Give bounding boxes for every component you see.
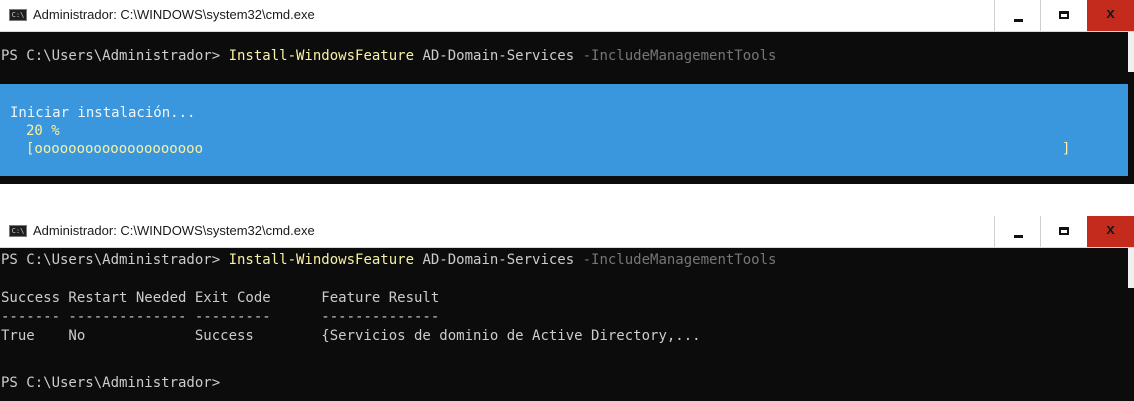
argument-text: AD-Domain-Services [414, 48, 583, 64]
close-button[interactable]: x [1087, 0, 1134, 31]
cmdlet-text: Install-WindowsFeature [228, 48, 415, 64]
maximize-icon [1059, 11, 1069, 19]
final-prompt[interactable]: PS C:\Users\Administrador> [1, 374, 220, 393]
window-title: Administrador: C:\WINDOWS\system32\cmd.e… [33, 7, 315, 22]
command-line: PS C:\Users\Administrador> Install-Windo… [1, 47, 776, 66]
minimize-icon [1014, 19, 1023, 22]
window-title: Administrador: C:\WINDOWS\system32\cmd.e… [33, 223, 315, 238]
maximize-button[interactable] [1040, 216, 1086, 247]
minimize-button[interactable] [994, 216, 1040, 247]
title-bar[interactable]: C:\ Administrador: C:\WINDOWS\system32\c… [0, 216, 1134, 248]
argument-text: AD-Domain-Services [414, 252, 583, 268]
cmd-icon: C:\ [9, 225, 27, 237]
bottom-console-window: C:\ Administrador: C:\WINDOWS\system32\c… [0, 216, 1134, 401]
cmd-icon: C:\ [9, 9, 27, 21]
vertical-scrollbar[interactable] [1128, 32, 1134, 72]
close-button[interactable]: x [1087, 216, 1134, 247]
close-icon: x [1106, 221, 1115, 238]
progress-bar-fill: [oooooooooooooooooooo [26, 141, 204, 157]
parameter-text: -IncludeManagementTools [582, 252, 777, 268]
parameter-text: -IncludeManagementTools [582, 48, 777, 64]
vertical-scrollbar[interactable] [1128, 248, 1134, 288]
prompt-text: PS C:\Users\Administrador> [1, 48, 229, 64]
progress-percent: 20 % [26, 123, 60, 139]
command-line: PS C:\Users\Administrador> Install-Windo… [1, 251, 776, 270]
maximize-button[interactable] [1040, 0, 1086, 31]
table-header: Success Restart Needed Exit Code Feature… [1, 290, 440, 306]
table-underline: ------- -------------- --------- -------… [1, 309, 440, 325]
minimize-icon [1014, 235, 1023, 238]
minimize-button[interactable] [994, 0, 1040, 31]
progress-status: Iniciar instalación... [10, 105, 196, 121]
maximize-icon [1059, 227, 1069, 235]
table-row: True No Success {Servicios de dominio de… [1, 328, 701, 344]
close-icon: x [1106, 5, 1115, 22]
prompt-text: PS C:\Users\Administrador> [1, 252, 229, 268]
top-console-window: C:\ Administrador: C:\WINDOWS\system32\c… [0, 0, 1134, 184]
progress-panel: Iniciar instalación... 20 % [ooooooooooo… [0, 84, 1128, 176]
cmdlet-text: Install-WindowsFeature [228, 252, 415, 268]
progress-bar-end: ] [1062, 141, 1071, 157]
title-bar[interactable]: C:\ Administrador: C:\WINDOWS\system32\c… [0, 0, 1134, 32]
